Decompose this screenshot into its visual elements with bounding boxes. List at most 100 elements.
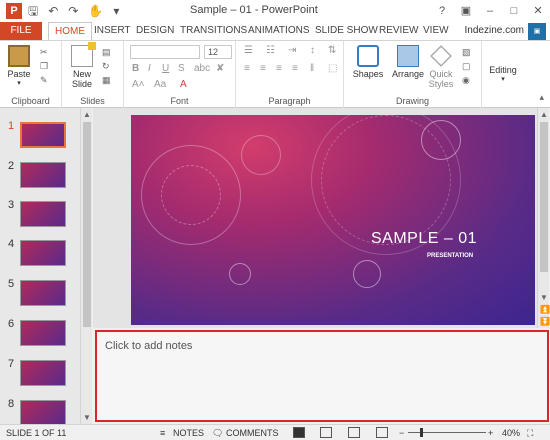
- numbering-icon[interactable]: ☷: [266, 45, 275, 56]
- shape-fill-icon[interactable]: ▧: [462, 47, 471, 58]
- customize-qat-icon[interactable]: ▾: [113, 3, 119, 19]
- help-icon[interactable]: ?: [430, 0, 454, 22]
- previous-slide-icon[interactable]: ⏫: [540, 305, 550, 314]
- slide-sorter-icon[interactable]: [320, 427, 332, 438]
- restore-ribbon-icon[interactable]: ▣: [454, 0, 478, 22]
- format-painter-icon[interactable]: ✎: [40, 75, 48, 86]
- font-color-icon[interactable]: A: [180, 79, 187, 90]
- zoom-out-icon[interactable]: −: [399, 427, 404, 439]
- align-left-icon[interactable]: ≡: [244, 63, 250, 74]
- reset-icon[interactable]: ↻: [102, 61, 110, 72]
- thumbnail-item[interactable]: 6: [0, 316, 80, 352]
- columns-icon[interactable]: ‖: [310, 63, 314, 74]
- new-slide-button[interactable]: New Slide: [68, 42, 96, 89]
- font-name-field[interactable]: [130, 45, 200, 59]
- reading-view-icon[interactable]: [348, 427, 360, 438]
- tab-transitions[interactable]: TRANSITIONS: [180, 22, 247, 40]
- comments-icon[interactable]: 🗨: [212, 427, 223, 439]
- slide-title[interactable]: SAMPLE – 01: [371, 230, 477, 248]
- tab-design[interactable]: DESIGN: [136, 22, 174, 40]
- new-slide-label-2: Slide: [71, 79, 92, 89]
- thumbnail-item[interactable]: 1: [0, 118, 80, 154]
- comments-toggle-button[interactable]: COMMENTS: [226, 427, 279, 439]
- notes-icon[interactable]: ≡: [160, 427, 165, 439]
- tab-view[interactable]: VIEW: [423, 22, 449, 40]
- line-spacing-icon[interactable]: ↕: [310, 45, 315, 56]
- thumbnail-item[interactable]: 2: [0, 158, 80, 194]
- indent-icon[interactable]: ⇥: [288, 45, 296, 56]
- slide-scrollbar[interactable]: ▲ ▼ ⏫ ⏬: [537, 108, 550, 328]
- shape-effects-icon[interactable]: ◉: [462, 75, 470, 86]
- zoom-level[interactable]: 40%: [502, 427, 520, 439]
- align-center-icon[interactable]: ≡: [260, 63, 266, 74]
- avatar[interactable]: ▣: [528, 23, 546, 41]
- tab-review[interactable]: REVIEW: [379, 22, 418, 40]
- notes-pane[interactable]: Click to add notes: [95, 330, 549, 422]
- section-icon[interactable]: ▦: [102, 75, 111, 86]
- quick-styles-button[interactable]: Quick Styles: [426, 45, 456, 89]
- save-icon[interactable]: 🖫: [28, 3, 38, 19]
- bold-icon[interactable]: B: [132, 63, 139, 74]
- scrollbar-thumb[interactable]: [540, 122, 548, 272]
- maximize-icon[interactable]: □: [502, 0, 526, 22]
- tab-slide-show[interactable]: SLIDE SHOW: [315, 22, 378, 40]
- grow-font-icon[interactable]: A˄: [132, 79, 145, 90]
- tab-animations[interactable]: ANIMATIONS: [248, 22, 309, 40]
- paste-button[interactable]: Paste ▾: [6, 45, 32, 87]
- notes-toggle-button[interactable]: NOTES: [173, 427, 204, 439]
- slide-canvas[interactable]: SAMPLE – 01 PRESENTATION: [131, 115, 535, 325]
- change-case-icon[interactable]: Aa: [154, 79, 166, 90]
- collapse-ribbon-icon[interactable]: ▴: [539, 92, 544, 103]
- scroll-down-icon[interactable]: ▼: [83, 413, 91, 422]
- slide-subtitle[interactable]: PRESENTATION: [427, 253, 473, 259]
- scroll-down-icon[interactable]: ▼: [540, 293, 548, 302]
- scroll-up-icon[interactable]: ▲: [540, 110, 548, 119]
- align-right-icon[interactable]: ≡: [276, 63, 282, 74]
- bullets-icon[interactable]: ☰: [244, 45, 253, 56]
- copy-icon[interactable]: ❐: [40, 61, 48, 72]
- slide-show-icon[interactable]: [376, 427, 388, 438]
- zoom-in-icon[interactable]: +: [488, 427, 493, 439]
- close-icon[interactable]: ✕: [526, 0, 550, 22]
- font-size-field[interactable]: 12: [204, 45, 232, 59]
- fit-slide-icon[interactable]: ⛶: [527, 427, 533, 439]
- undo-icon[interactable]: ↶: [48, 3, 58, 19]
- shapes-button[interactable]: Shapes: [348, 45, 388, 79]
- zoom-slider-handle[interactable]: [420, 428, 423, 437]
- scroll-up-icon[interactable]: ▲: [83, 110, 91, 119]
- powerpoint-icon[interactable]: P: [6, 3, 22, 19]
- tab-insert[interactable]: INSERT: [94, 22, 131, 40]
- next-slide-icon[interactable]: ⏬: [540, 317, 550, 326]
- thumbnail-item[interactable]: 5: [0, 276, 80, 312]
- arrange-button[interactable]: Arrange: [388, 45, 428, 79]
- strikethrough-icon[interactable]: abc: [194, 63, 210, 74]
- thumbnail-item[interactable]: 7: [0, 356, 80, 392]
- thumbnail-image: [20, 400, 66, 424]
- paste-icon: [8, 45, 30, 67]
- minimize-icon[interactable]: –: [478, 0, 502, 22]
- scrollbar-thumb[interactable]: [83, 122, 91, 327]
- justify-icon[interactable]: ≡: [292, 63, 298, 74]
- thumbnail-item[interactable]: 3: [0, 197, 80, 233]
- group-font: 12 B I U S abc ✘ A˄ Aa A Font: [124, 41, 236, 108]
- editing-button[interactable]: Editing ▾: [484, 65, 522, 83]
- cut-icon[interactable]: ✂: [40, 47, 48, 58]
- touch-mode-icon[interactable]: ✋: [88, 3, 103, 19]
- normal-view-icon[interactable]: [293, 427, 305, 438]
- text-direction-icon[interactable]: ⇅: [328, 45, 336, 56]
- layout-icon[interactable]: ▤: [102, 47, 111, 58]
- tab-file[interactable]: FILE: [0, 22, 42, 40]
- account-name[interactable]: Indezine.com: [465, 22, 524, 40]
- underline-icon[interactable]: U: [162, 63, 169, 74]
- redo-icon[interactable]: ↷: [68, 3, 78, 19]
- italic-icon[interactable]: I: [148, 63, 151, 74]
- thumbnails-scrollbar[interactable]: ▲ ▼: [80, 108, 92, 424]
- shape-outline-icon[interactable]: ▢: [462, 61, 471, 72]
- smartart-icon[interactable]: ⬚: [328, 63, 337, 74]
- shadow-icon[interactable]: S: [178, 63, 185, 74]
- group-label-slides: Slides: [80, 96, 105, 106]
- thumbnail-item[interactable]: 8: [0, 396, 80, 424]
- tab-home[interactable]: HOME: [48, 22, 92, 41]
- thumbnail-item[interactable]: 4: [0, 236, 80, 272]
- clear-format-icon[interactable]: ✘: [216, 63, 224, 74]
